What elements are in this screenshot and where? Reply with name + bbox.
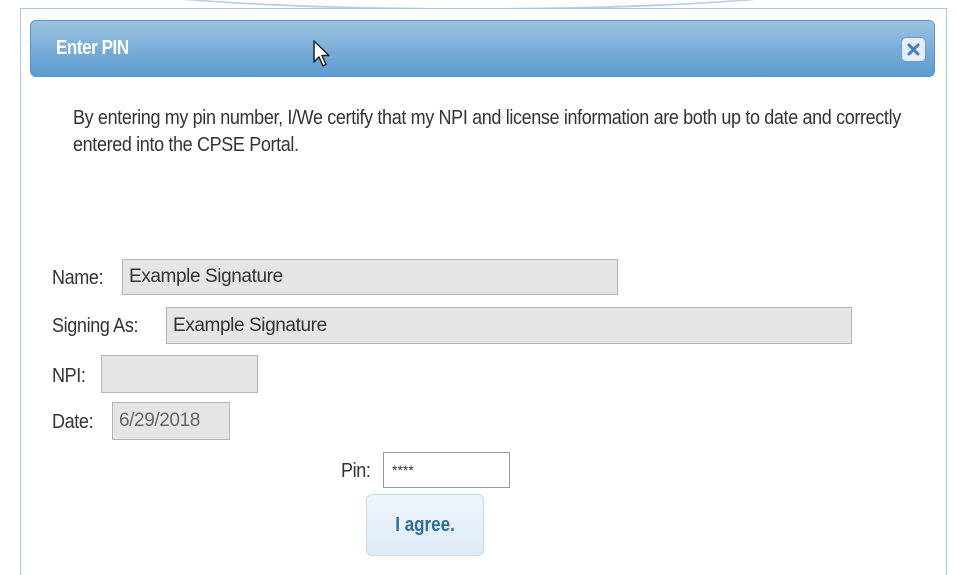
- pin-label: Pin:: [341, 460, 371, 482]
- i-agree-button[interactable]: I agree.: [366, 494, 484, 556]
- pin-input[interactable]: [383, 452, 510, 488]
- certification-message: By entering my pin number, I/We certify …: [73, 107, 901, 156]
- dialog-title: Enter PIN: [56, 37, 129, 59]
- name-field[interactable]: [122, 259, 618, 295]
- close-button[interactable]: [901, 37, 926, 62]
- screen: Enter PIN By entering my pin number, I/W…: [0, 0, 956, 575]
- mouse-pointer-icon: [313, 40, 333, 73]
- signing-as-label: Signing As:: [52, 315, 139, 337]
- dialog-titlebar[interactable]: Enter PIN: [30, 20, 935, 77]
- close-icon: [907, 43, 920, 56]
- signing-as-field[interactable]: [166, 307, 852, 344]
- i-agree-label: I agree.: [395, 513, 455, 536]
- date-label: Date:: [52, 411, 94, 433]
- name-label: Name:: [52, 267, 104, 289]
- npi-label: NPI:: [52, 365, 86, 387]
- date-field[interactable]: [112, 402, 230, 440]
- npi-field[interactable]: [101, 355, 258, 393]
